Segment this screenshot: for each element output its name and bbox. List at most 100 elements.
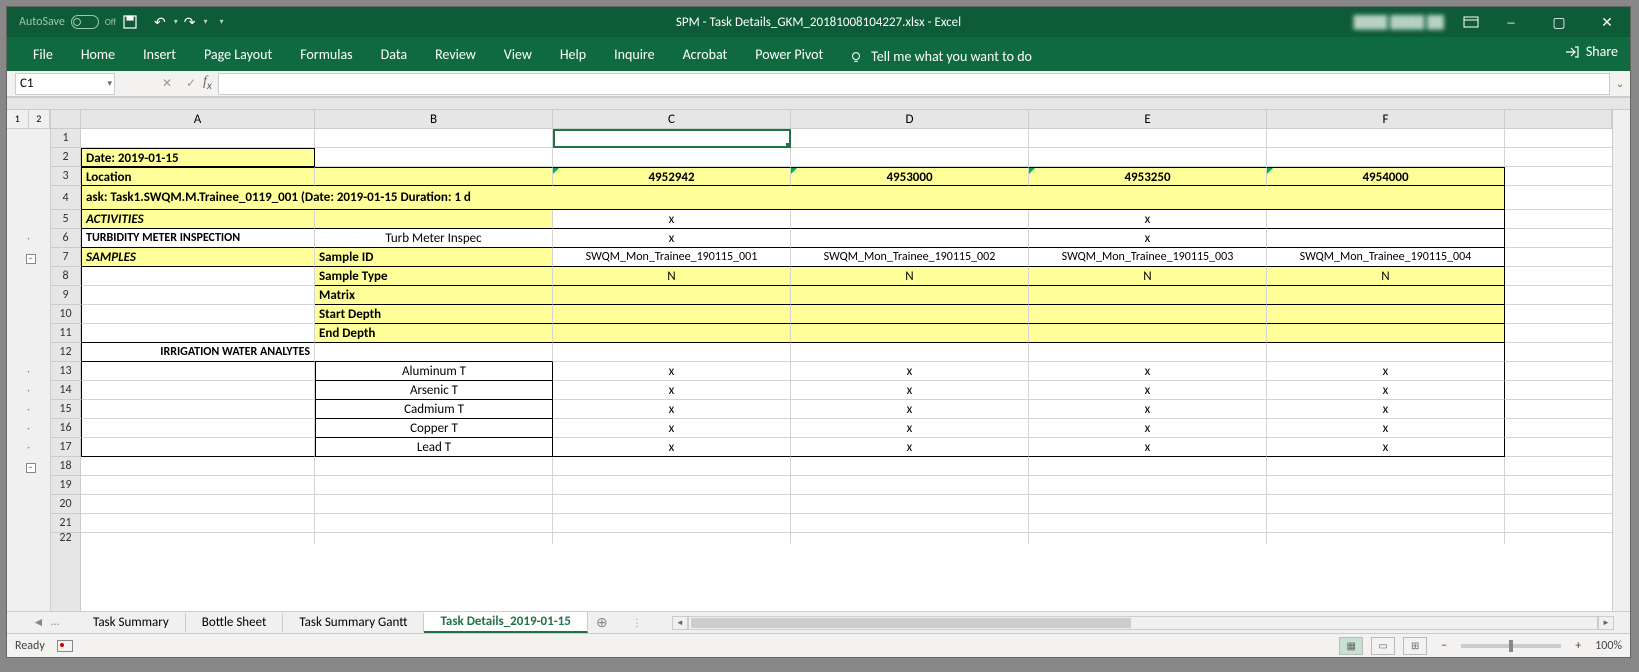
cell[interactable]: Matrix	[315, 286, 553, 305]
column-header[interactable]: A	[81, 110, 315, 128]
row-header[interactable]: 12	[51, 343, 80, 362]
maximize-button[interactable]: ▢	[1536, 7, 1582, 37]
cell[interactable]: Location	[81, 167, 315, 186]
cell[interactable]	[81, 514, 315, 533]
row-header[interactable]: 1	[51, 129, 80, 148]
outline-level-2[interactable]: 2	[29, 110, 51, 128]
cell[interactable]	[81, 305, 315, 324]
cell[interactable]: N	[553, 267, 791, 286]
row-header[interactable]: 5	[51, 210, 80, 229]
row-header[interactable]: 9	[51, 286, 80, 305]
cell[interactable]: N	[1029, 267, 1267, 286]
cell[interactable]	[81, 438, 315, 457]
row-header[interactable]: 22	[51, 533, 80, 544]
row-header[interactable]: 2	[51, 148, 80, 167]
cell[interactable]	[791, 210, 1029, 229]
close-button[interactable]: ✕	[1584, 7, 1630, 37]
cell[interactable]	[553, 514, 791, 533]
cell[interactable]: SAMPLES	[81, 248, 315, 267]
cell[interactable]	[81, 457, 315, 476]
cell[interactable]	[81, 495, 315, 514]
row-header[interactable]: 16	[51, 419, 80, 438]
cell[interactable]: SWQM_Mon_Trainee_190115_002	[791, 248, 1029, 267]
cell[interactable]: x	[1267, 381, 1505, 400]
view-normal-button[interactable]: ▦	[1339, 637, 1363, 655]
cell[interactable]	[1267, 343, 1505, 362]
tab-help[interactable]: Help	[546, 38, 600, 71]
row-header[interactable]: 17	[51, 438, 80, 457]
cell[interactable]: x	[1267, 362, 1505, 381]
cell[interactable]	[553, 148, 791, 167]
tab-inquire[interactable]: Inquire	[600, 38, 668, 71]
cell[interactable]: SWQM_Mon_Trainee_190115_004	[1267, 248, 1505, 267]
outline-collapse-7[interactable]: −	[26, 254, 36, 264]
sheet-nav-ellipsis[interactable]: ...	[50, 615, 59, 630]
cancel-formula-button[interactable]: ✕	[155, 73, 179, 95]
cell[interactable]: Arsenic T	[315, 381, 553, 400]
cell[interactable]	[1029, 324, 1267, 343]
cell[interactable]: Turb Meter Inspec	[315, 229, 553, 248]
column-header[interactable]: C	[553, 110, 791, 128]
view-page-break-button[interactable]: ⊞	[1403, 637, 1427, 655]
column-header[interactable]: B	[315, 110, 553, 128]
cell[interactable]: x	[1267, 419, 1505, 438]
cell[interactable]	[791, 129, 1029, 148]
cell[interactable]	[1029, 495, 1267, 514]
cell[interactable]: Sample Type	[315, 267, 553, 286]
cell[interactable]	[1267, 210, 1505, 229]
cell[interactable]	[315, 129, 553, 148]
row-header[interactable]: 7	[51, 248, 80, 267]
cell[interactable]: 4952942	[553, 167, 791, 186]
cell[interactable]	[81, 362, 315, 381]
cell[interactable]: x	[553, 438, 791, 457]
cell[interactable]	[791, 343, 1029, 362]
cell[interactable]	[1029, 305, 1267, 324]
zoom-in-button[interactable]: +	[1569, 639, 1587, 653]
enter-formula-button[interactable]: ✓	[179, 73, 203, 95]
row-header[interactable]: 15	[51, 400, 80, 419]
sheet-tab-active[interactable]: Task Details_2019-01-15	[424, 612, 587, 633]
cell[interactable]	[315, 210, 553, 229]
zoom-slider[interactable]	[1461, 644, 1561, 648]
tab-insert[interactable]: Insert	[129, 38, 190, 71]
cell[interactable]	[553, 324, 791, 343]
cell[interactable]	[791, 305, 1029, 324]
macro-record-icon[interactable]	[57, 640, 73, 652]
cell[interactable]: Lead T	[315, 438, 553, 457]
sheet-tab[interactable]: Task Summary	[77, 613, 186, 632]
cell[interactable]	[1029, 343, 1267, 362]
cell[interactable]	[791, 476, 1029, 495]
tab-file[interactable]: File	[19, 38, 67, 71]
cell[interactable]: ask: Task1.SWQM.M.Trainee_0119_001 (Date…	[81, 186, 1505, 210]
cell[interactable]	[553, 343, 791, 362]
sheet-tab[interactable]: Task Summary Gantt	[283, 613, 424, 632]
cell[interactable]: End Depth	[315, 324, 553, 343]
cell[interactable]	[81, 400, 315, 419]
cell[interactable]: x	[1029, 381, 1267, 400]
row-header[interactable]: 14	[51, 381, 80, 400]
add-sheet-button[interactable]: ⊕	[588, 614, 616, 631]
cell[interactable]	[81, 381, 315, 400]
cell[interactable]: N	[1267, 267, 1505, 286]
cell[interactable]	[1029, 514, 1267, 533]
cell[interactable]: x	[791, 419, 1029, 438]
cell[interactable]	[1267, 495, 1505, 514]
cell[interactable]	[315, 476, 553, 495]
cell[interactable]: x	[553, 419, 791, 438]
cell[interactable]	[315, 457, 553, 476]
cell[interactable]	[791, 514, 1029, 533]
cell[interactable]	[553, 457, 791, 476]
cell[interactable]	[1029, 148, 1267, 167]
row-header[interactable]: 11	[51, 324, 80, 343]
cell[interactable]	[315, 495, 553, 514]
cell[interactable]: x	[791, 362, 1029, 381]
cell[interactable]: SWQM_Mon_Trainee_190115_001	[553, 248, 791, 267]
row-header[interactable]: 3	[51, 167, 80, 186]
cell[interactable]	[81, 129, 315, 148]
cell-selected[interactable]	[553, 129, 791, 148]
cell[interactable]	[791, 148, 1029, 167]
zoom-level[interactable]: 100%	[1595, 639, 1622, 653]
cell[interactable]: Start Depth	[315, 305, 553, 324]
cell[interactable]: x	[1029, 438, 1267, 457]
save-icon[interactable]	[122, 14, 138, 30]
